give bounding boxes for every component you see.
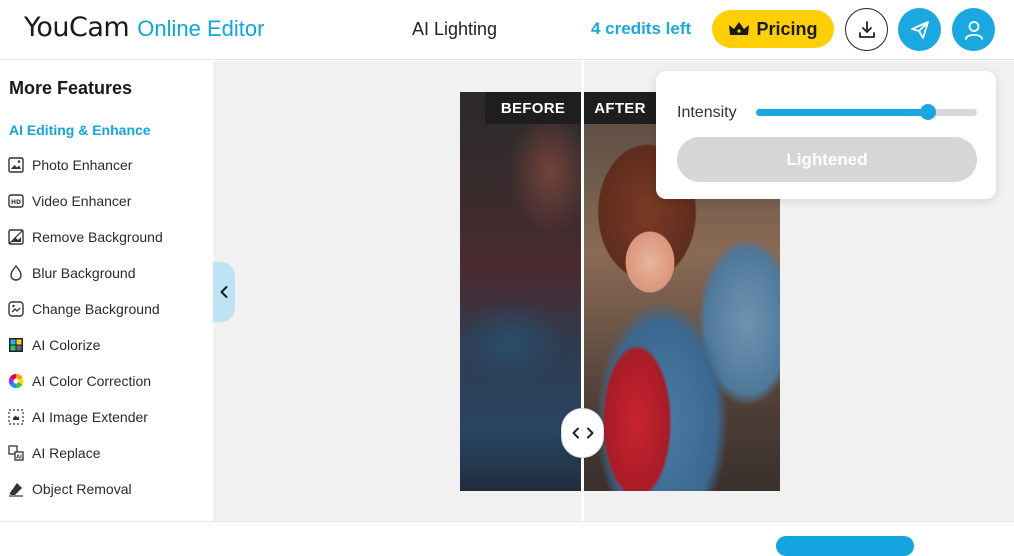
top-header: YouCam Online Editor AI Lighting 4 credi…: [0, 0, 1014, 60]
section-label[interactable]: AI Editing & Enhance: [9, 122, 151, 138]
pricing-label: Pricing: [756, 18, 818, 39]
lightened-button[interactable]: Lightened: [677, 137, 977, 182]
logo-wordmark: YouCam: [24, 12, 130, 43]
sidebar-item-ai-color-correction[interactable]: AI Color Correction: [0, 363, 213, 399]
sidebar-item-label: Remove Background: [32, 229, 163, 245]
sidebar-item-label: AI Color Correction: [32, 373, 152, 389]
compare-slider-handle[interactable]: [561, 408, 604, 458]
download-button[interactable]: [845, 8, 888, 51]
logo-subtitle: Online Editor: [137, 16, 265, 41]
colorize-icon: [7, 336, 25, 354]
sidebar-item-video-enhancer[interactable]: HD Video Enhancer: [0, 183, 213, 219]
slider-thumb[interactable]: [920, 104, 937, 120]
sidebar-item-ai-image-extender[interactable]: AI Image Extender: [0, 399, 213, 435]
sidebar-item-label: AI Colorize: [32, 337, 101, 353]
chevron-right-icon: [586, 427, 593, 439]
sidebar-item-label: Change Background: [32, 301, 160, 317]
sidebar-item-label: Video Enhancer: [32, 193, 132, 209]
bottom-action-button[interactable]: [776, 536, 914, 556]
user-icon: [964, 20, 983, 40]
chevron-left-icon: [220, 286, 228, 298]
pricing-button[interactable]: Pricing: [712, 10, 834, 48]
sidebar-item-label: Object Removal: [32, 481, 132, 497]
sidebar-item-label: Blur Background: [32, 265, 136, 281]
svg-text:AI: AI: [16, 455, 22, 461]
sidebar-item-object-removal[interactable]: Object Removal: [0, 471, 213, 507]
expand-icon: [7, 408, 25, 426]
sidebar-item-photo-enhancer[interactable]: Photo Enhancer: [0, 147, 213, 183]
intensity-label: Intensity: [677, 104, 737, 121]
sidebar-item-ai-colorize[interactable]: AI Colorize: [0, 327, 213, 363]
share-button[interactable]: [898, 8, 941, 51]
sidebar-item-blur-background[interactable]: Blur Background: [0, 255, 213, 291]
drop-icon: [7, 264, 25, 282]
photo-icon: [7, 156, 25, 174]
color-wheel-icon: [7, 372, 25, 390]
sidebar-item-label: AI Replace: [32, 445, 101, 461]
remove-bg-icon: [7, 228, 25, 246]
slider-fill: [756, 109, 929, 116]
account-button[interactable]: [952, 8, 995, 51]
credits-left[interactable]: 4 credits left: [591, 19, 691, 39]
send-icon: [910, 20, 929, 39]
before-label: BEFORE: [485, 92, 581, 124]
eraser-icon: [7, 480, 25, 498]
intensity-panel: Intensity Lightened: [656, 71, 996, 199]
intensity-slider[interactable]: [756, 104, 977, 120]
sidebar-item-label: AI Image Extender: [32, 409, 148, 425]
collapse-sidebar-button[interactable]: [213, 262, 235, 322]
sidebar-item-ai-replace[interactable]: AI AI Replace: [0, 435, 213, 471]
sidebar-item-change-background[interactable]: Change Background: [0, 291, 213, 327]
replace-icon: AI: [7, 444, 25, 462]
sidebar-item-label: Photo Enhancer: [32, 157, 133, 173]
feature-sidebar: More Features AI Editing & Enhance Photo…: [0, 61, 213, 521]
hd-icon: HD: [7, 192, 25, 210]
svg-text:HD: HD: [11, 199, 21, 206]
chevron-left-icon: [572, 427, 579, 439]
logo[interactable]: YouCam Online Editor: [24, 12, 264, 43]
page-title: AI Lighting: [412, 19, 498, 39]
crown-icon: [729, 22, 750, 35]
after-label: AFTER: [584, 92, 656, 124]
sidebar-item-remove-background[interactable]: Remove Background: [0, 219, 213, 255]
feature-list: Photo Enhancer HD Video Enhancer Remove …: [0, 147, 213, 507]
image-swap-icon: [7, 300, 25, 318]
download-icon: [858, 20, 875, 38]
sidebar-title: More Features: [9, 78, 133, 98]
